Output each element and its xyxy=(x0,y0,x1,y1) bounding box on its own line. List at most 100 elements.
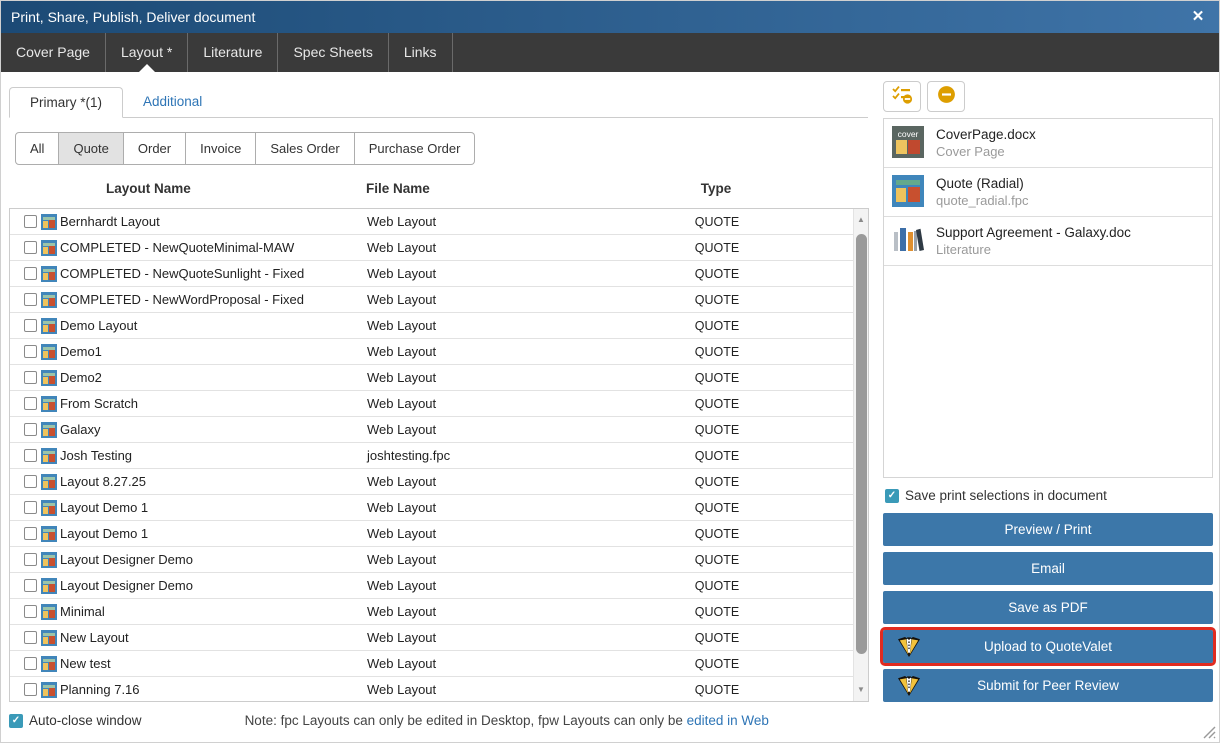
action-button-label: Save as PDF xyxy=(1008,600,1088,615)
layout-type: QUOTE xyxy=(607,371,827,385)
layout-type: QUOTE xyxy=(607,553,827,567)
close-icon[interactable]: ✕ xyxy=(1185,1,1211,33)
row-checkbox[interactable] xyxy=(24,371,37,384)
layout-name: COMPLETED - NewWordProposal - Fixed xyxy=(60,292,304,307)
file-name: Web Layout xyxy=(367,292,607,307)
row-checkbox[interactable] xyxy=(24,319,37,332)
save-selections-checkbox[interactable]: ✓ xyxy=(885,489,899,503)
row-checkbox[interactable] xyxy=(24,579,37,592)
filter-sales-order[interactable]: Sales Order xyxy=(256,132,354,165)
table-row[interactable]: Layout 8.27.25 Web Layout QUOTE xyxy=(10,469,855,495)
table-row[interactable]: Demo1 Web Layout QUOTE xyxy=(10,339,855,365)
remove-document-button[interactable] xyxy=(927,81,965,112)
row-checkbox[interactable] xyxy=(24,527,37,540)
table-scrollbar[interactable]: ▲ ▼ xyxy=(853,209,868,701)
quotevalet-tuxedo-icon xyxy=(897,675,921,697)
row-checkbox[interactable] xyxy=(24,293,37,306)
table-row[interactable]: COMPLETED - NewQuoteMinimal-MAW Web Layo… xyxy=(10,235,855,261)
tab-literature[interactable]: Literature xyxy=(188,33,278,72)
table-row[interactable]: Layout Designer Demo Web Layout QUOTE xyxy=(10,547,855,573)
row-checkbox[interactable] xyxy=(24,657,37,670)
scrollbar-thumb[interactable] xyxy=(856,234,867,654)
email-button[interactable]: Email xyxy=(883,552,1213,585)
layout-icon xyxy=(41,448,57,464)
table-header-row: Layout Name File Name Type xyxy=(9,181,854,196)
row-checkbox[interactable] xyxy=(24,267,37,280)
layout-icon xyxy=(41,474,57,490)
selected-document-item[interactable]: cover CoverPage.docx Cover Page xyxy=(884,119,1212,168)
layout-icon xyxy=(41,500,57,516)
subtab-additional[interactable]: Additional xyxy=(123,87,222,118)
col-header-file-name: File Name xyxy=(366,181,606,196)
table-row[interactable]: Bernhardt Layout Web Layout QUOTE xyxy=(10,209,855,235)
table-row[interactable]: Demo2 Web Layout QUOTE xyxy=(10,365,855,391)
preview-print-button[interactable]: Preview / Print xyxy=(883,513,1213,546)
row-checkbox[interactable] xyxy=(24,605,37,618)
filter-order[interactable]: Order xyxy=(124,132,186,165)
row-checkbox[interactable] xyxy=(24,631,37,644)
row-checkbox[interactable] xyxy=(24,397,37,410)
auto-close-checkbox[interactable]: ✓ xyxy=(9,714,23,728)
table-row[interactable]: COMPLETED - NewWordProposal - Fixed Web … xyxy=(10,287,855,313)
filter-all[interactable]: All xyxy=(15,132,59,165)
layout-icon xyxy=(41,526,57,542)
tab-spec-sheets[interactable]: Spec Sheets xyxy=(278,33,388,72)
row-checkbox[interactable] xyxy=(24,475,37,488)
quote-layout-icon xyxy=(892,175,924,207)
layout-name: COMPLETED - NewQuoteSunlight - Fixed xyxy=(60,266,304,281)
edited-in-web-link[interactable]: edited in Web xyxy=(687,713,769,728)
table-row[interactable]: COMPLETED - NewQuoteSunlight - Fixed Web… xyxy=(10,261,855,287)
layout-name: Galaxy xyxy=(60,422,100,437)
table-row[interactable]: Galaxy Web Layout QUOTE xyxy=(10,417,855,443)
row-checkbox[interactable] xyxy=(24,423,37,436)
file-name: Web Layout xyxy=(367,552,607,567)
row-checkbox[interactable] xyxy=(24,683,37,696)
table-row[interactable]: Layout Demo 1 Web Layout QUOTE xyxy=(10,521,855,547)
scroll-down-icon[interactable]: ▼ xyxy=(854,681,868,699)
filter-quote[interactable]: Quote xyxy=(59,132,123,165)
upload-to-quotevalet-button[interactable]: Upload to QuoteValet xyxy=(883,630,1213,663)
layout-type: QUOTE xyxy=(607,293,827,307)
table-row[interactable]: Planning 7.16 Web Layout QUOTE xyxy=(10,677,855,701)
scroll-up-icon[interactable]: ▲ xyxy=(854,211,868,229)
filter-invoice[interactable]: Invoice xyxy=(186,132,256,165)
table-row[interactable]: From Scratch Web Layout QUOTE xyxy=(10,391,855,417)
selected-document-item[interactable]: Support Agreement - Galaxy.doc Literatur… xyxy=(884,217,1212,266)
tab-links[interactable]: Links xyxy=(389,33,453,72)
filter-purchase-order[interactable]: Purchase Order xyxy=(355,132,476,165)
cover-page-icon: cover xyxy=(892,126,924,158)
save-as-pdf-button[interactable]: Save as PDF xyxy=(883,591,1213,624)
row-checkbox[interactable] xyxy=(24,345,37,358)
table-row[interactable]: Demo Layout Web Layout QUOTE xyxy=(10,313,855,339)
table-row[interactable]: New test Web Layout QUOTE xyxy=(10,651,855,677)
tab-label: Links xyxy=(404,44,437,60)
row-checkbox[interactable] xyxy=(24,553,37,566)
layout-name: New Layout xyxy=(60,630,129,645)
table-row[interactable]: New Layout Web Layout QUOTE xyxy=(10,625,855,651)
table-row[interactable]: Minimal Web Layout QUOTE xyxy=(10,599,855,625)
quotevalet-tuxedo-icon xyxy=(897,636,921,658)
row-checkbox[interactable] xyxy=(24,449,37,462)
subtab-primary-1[interactable]: Primary *(1) xyxy=(9,87,123,118)
uncheck-all-button[interactable] xyxy=(883,81,921,112)
submit-for-peer-review-button[interactable]: Submit for Peer Review xyxy=(883,669,1213,702)
resize-grip-icon[interactable] xyxy=(1203,726,1216,739)
file-name: Web Layout xyxy=(367,370,607,385)
layout-name: Layout Demo 1 xyxy=(60,500,148,515)
save-selections-row: ✓ Save print selections in document xyxy=(885,488,1107,503)
table-row[interactable]: Layout Designer Demo Web Layout QUOTE xyxy=(10,573,855,599)
auto-close-label: Auto-close window xyxy=(29,713,142,728)
table-row[interactable]: Josh Testing joshtesting.fpc QUOTE xyxy=(10,443,855,469)
row-checkbox[interactable] xyxy=(24,215,37,228)
dialog-title: Print, Share, Publish, Deliver document xyxy=(11,1,255,33)
tab-layout[interactable]: Layout * xyxy=(106,33,188,72)
row-checkbox[interactable] xyxy=(24,501,37,514)
table-row[interactable]: Layout Demo 1 Web Layout QUOTE xyxy=(10,495,855,521)
file-name: Web Layout xyxy=(367,500,607,515)
selected-document-item[interactable]: Quote (Radial) quote_radial.fpc xyxy=(884,168,1212,217)
tab-cover-page[interactable]: Cover Page xyxy=(1,33,106,72)
file-name: Web Layout xyxy=(367,682,607,697)
row-checkbox[interactable] xyxy=(24,241,37,254)
layout-type: QUOTE xyxy=(607,397,827,411)
layout-name: Layout Designer Demo xyxy=(60,552,193,567)
